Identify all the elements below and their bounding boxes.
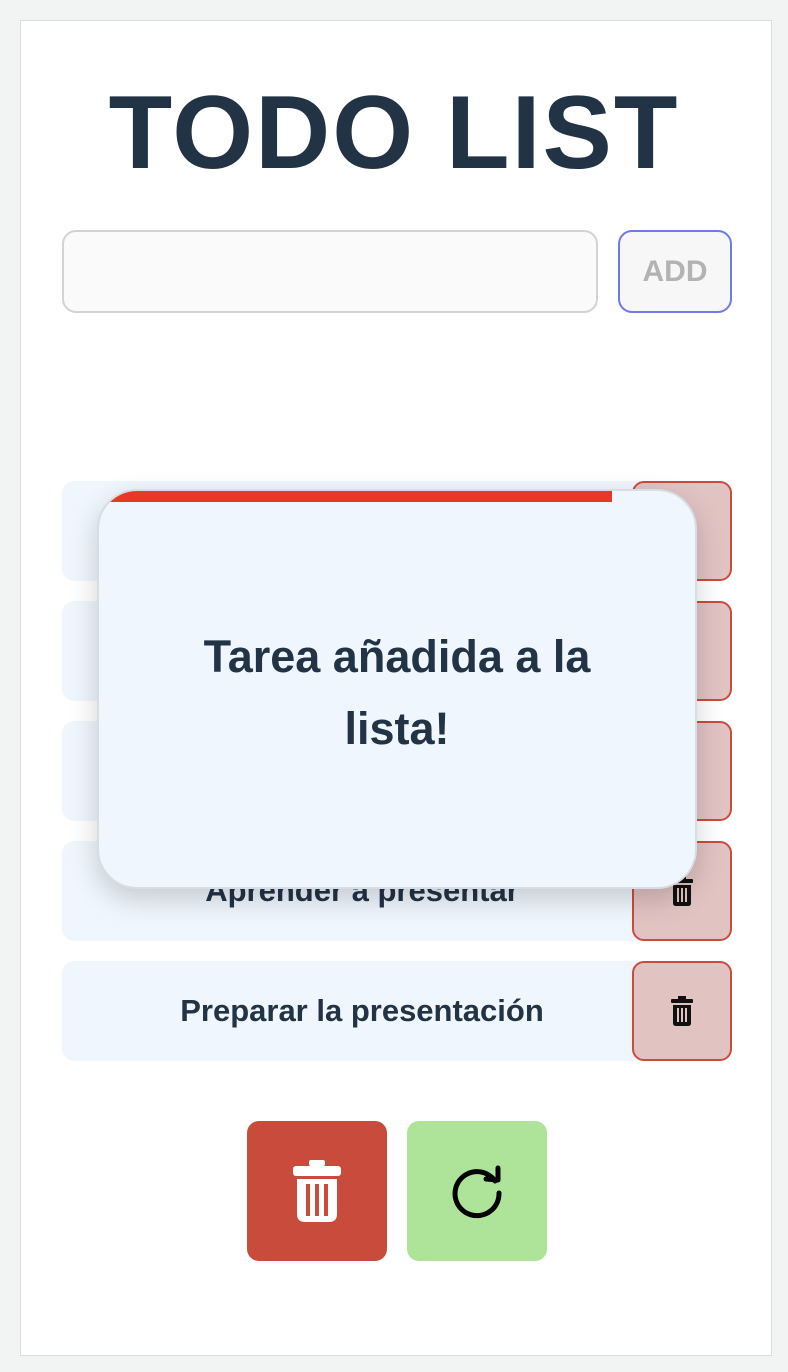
refresh-icon <box>452 1165 502 1219</box>
delete-task-button[interactable] <box>632 961 732 1061</box>
refresh-button[interactable] <box>407 1121 547 1261</box>
toast-message: Tarea añadida a la lista! <box>203 631 591 754</box>
add-button[interactable]: ADD <box>618 230 732 313</box>
toast-notification[interactable]: Tarea añadida a la lista! <box>97 489 697 889</box>
toast-progress-bar <box>99 491 612 502</box>
trash-icon <box>671 996 693 1026</box>
task-input[interactable] <box>62 230 598 313</box>
trash-icon <box>293 1160 341 1222</box>
list-item: Preparar la presentación <box>62 961 732 1061</box>
clear-all-button[interactable] <box>247 1121 387 1261</box>
page-title: TODO LIST <box>108 75 680 191</box>
todo-text: Preparar la presentación <box>62 961 662 1061</box>
